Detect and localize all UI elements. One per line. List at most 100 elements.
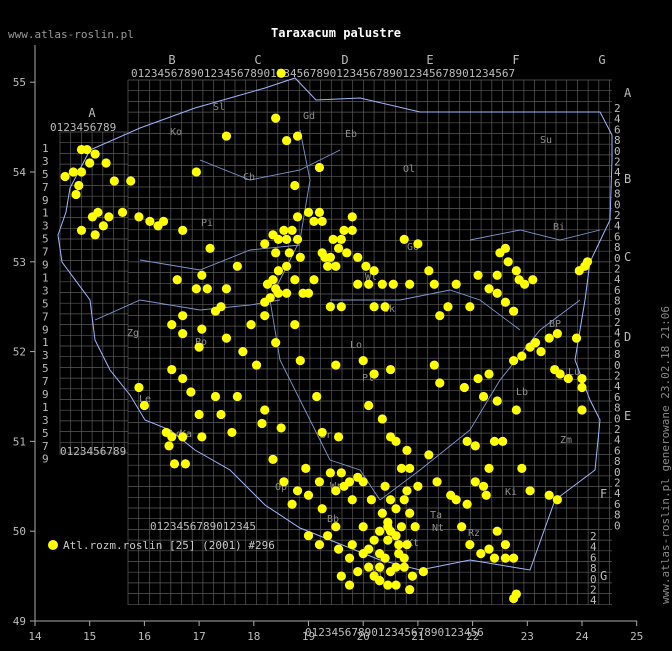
record-point <box>76 167 87 177</box>
record-point <box>117 207 128 218</box>
record-point <box>205 243 215 253</box>
grid-row-digit: 3 <box>42 349 49 362</box>
grid-row-digit: 0 <box>614 519 621 532</box>
record-point <box>394 540 404 550</box>
record-point <box>292 234 303 244</box>
generated-note: www.atlas-roslin.pl generowane 23.02.18 … <box>659 305 672 604</box>
record-point <box>500 553 511 563</box>
record-point <box>544 490 554 500</box>
record-point <box>364 400 374 411</box>
record-point <box>492 270 502 280</box>
record-point <box>511 589 521 599</box>
record-point <box>478 391 489 402</box>
grid-row-digit: 1 <box>42 401 49 414</box>
grid-col-letter: E <box>426 53 433 67</box>
record-point <box>301 463 311 473</box>
lat-tick-label: 49 <box>13 615 26 628</box>
region-code: Ta <box>430 510 442 521</box>
record-point <box>303 288 314 298</box>
record-point <box>178 373 188 384</box>
record-point <box>571 333 582 343</box>
record-point <box>164 441 174 451</box>
record-point <box>339 225 349 235</box>
record-point <box>476 549 486 559</box>
lon-tick-label: 22 <box>466 630 479 643</box>
region-code: Ko <box>170 127 182 138</box>
record-point <box>331 522 341 532</box>
record-point <box>358 477 368 487</box>
grid-row-digit: 5 <box>42 168 49 181</box>
grid-col-letter: G <box>598 53 605 67</box>
record-point <box>358 522 368 532</box>
record-point <box>451 279 461 289</box>
record-point <box>178 225 188 235</box>
record-point <box>391 504 401 514</box>
region-code: Zg <box>127 328 139 339</box>
record-point <box>331 360 341 370</box>
record-point <box>391 436 401 446</box>
record-point <box>344 580 355 590</box>
grid-row-digit: 9 <box>42 194 49 207</box>
record-point <box>470 441 480 451</box>
record-point <box>375 575 385 586</box>
grid-col-letter: F <box>512 53 519 67</box>
record-point <box>366 495 377 505</box>
record-point <box>260 239 270 249</box>
record-point <box>216 409 226 420</box>
record-point <box>377 508 387 518</box>
record-point <box>191 284 201 294</box>
river-line <box>469 229 601 241</box>
record-point <box>484 544 494 554</box>
grid-row-digit: 9 <box>42 388 49 401</box>
record-point <box>246 320 256 330</box>
record-point <box>465 302 475 312</box>
record-point <box>478 481 489 491</box>
region-code: Gd <box>303 111 315 122</box>
record-point <box>282 234 292 244</box>
record-point <box>260 405 270 415</box>
record-point <box>172 275 182 285</box>
lon-tick-label: 24 <box>575 630 589 643</box>
record-point <box>391 580 401 590</box>
record-point <box>399 495 409 505</box>
record-point <box>194 409 204 420</box>
record-point <box>331 486 341 496</box>
record-point <box>309 216 319 226</box>
record-point <box>347 225 357 235</box>
record-point <box>388 279 398 289</box>
record-point <box>369 302 379 312</box>
record-point <box>167 320 177 330</box>
grid-digit-row: 0123456789 <box>60 445 126 458</box>
record-point <box>555 369 565 379</box>
grid-row-digit: 3 <box>42 220 49 233</box>
record-point <box>361 261 371 271</box>
record-point <box>364 279 374 289</box>
record-point <box>268 454 278 464</box>
record-point <box>552 495 562 505</box>
record-point <box>282 288 292 298</box>
record-point <box>290 180 300 191</box>
record-point <box>251 360 262 370</box>
record-point <box>158 216 169 226</box>
record-point <box>287 225 297 235</box>
region-code: Zm <box>560 435 572 446</box>
record-point <box>317 216 327 226</box>
record-point <box>470 477 480 487</box>
record-point <box>134 212 144 222</box>
grid-row-digit: 7 <box>42 440 49 453</box>
record-point <box>484 463 494 473</box>
record-point <box>104 212 114 222</box>
record-point <box>282 261 292 271</box>
grid-digit-row: 0123456789012345678901234567890123456789… <box>131 67 515 80</box>
region-code: Su <box>540 135 552 146</box>
lon-tick-label: 23 <box>521 630 534 643</box>
record-point <box>85 158 95 168</box>
record-point <box>358 355 368 366</box>
record-point <box>178 329 188 339</box>
record-point <box>333 544 344 554</box>
distribution-map: AB C D E F G012345678901234567890123456789012… <box>13 45 643 643</box>
region-code: Sl <box>213 102 225 113</box>
grid-row-digit: 9 <box>42 259 49 272</box>
record-point <box>273 266 284 276</box>
record-point <box>402 540 412 550</box>
